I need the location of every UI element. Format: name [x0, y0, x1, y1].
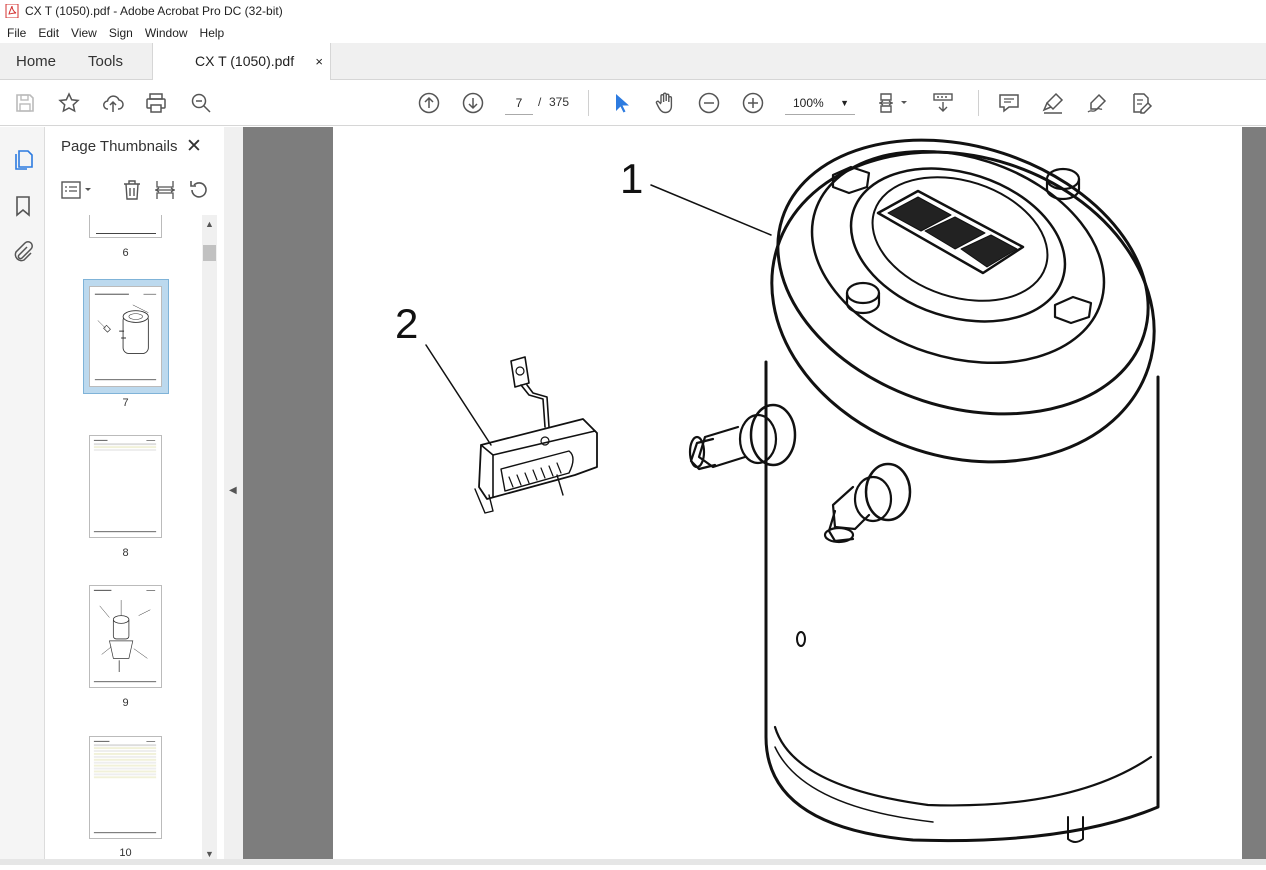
- chevron-down-icon: ▼: [840, 98, 849, 108]
- acrobat-icon: [5, 4, 19, 18]
- navigation-rail: [0, 127, 45, 865]
- thumbnail-number: 6: [122, 247, 129, 259]
- thumbnail-number: 9: [122, 697, 129, 709]
- print-icon[interactable]: [143, 90, 169, 116]
- thumbnail-page-9[interactable]: [89, 585, 162, 688]
- page-thumbnails-icon[interactable]: [10, 147, 36, 173]
- thumbnails-panel: Page Thumbnails ✕ 6 7 8 9 10 ▲ ▼: [45, 127, 224, 865]
- technical-drawing: 2 1: [395, 138, 1160, 843]
- current-page-input[interactable]: 7: [505, 91, 533, 115]
- toolbar-divider: [588, 90, 589, 116]
- sign-icon[interactable]: [1084, 90, 1110, 116]
- prev-page-icon[interactable]: [416, 90, 442, 116]
- panel-title: Page Thumbnails: [61, 138, 178, 155]
- zoom-out-icon[interactable]: [696, 90, 722, 116]
- thumbnail-page-7[interactable]: [89, 286, 162, 387]
- scrollbar-thumb[interactable]: [203, 245, 216, 261]
- highlight-icon[interactable]: [1040, 90, 1066, 116]
- close-tab-icon[interactable]: ×: [315, 43, 323, 80]
- menu-file[interactable]: File: [0, 26, 32, 40]
- thumbnail-number: 8: [122, 547, 129, 559]
- menu-sign[interactable]: Sign: [103, 26, 139, 40]
- next-page-icon[interactable]: [460, 90, 486, 116]
- close-panel-icon[interactable]: ✕: [186, 135, 202, 158]
- comment-icon[interactable]: [996, 90, 1022, 116]
- menu-view[interactable]: View: [65, 26, 103, 40]
- main-toolbar: [0, 80, 1266, 126]
- thumbnail-page-6[interactable]: [89, 215, 162, 238]
- rotate-icon[interactable]: [186, 177, 212, 203]
- insert-page-icon[interactable]: [152, 177, 178, 203]
- status-strip: [0, 859, 1266, 865]
- thumbnail-page-10[interactable]: [89, 736, 162, 839]
- hand-icon[interactable]: [652, 90, 678, 116]
- scroll-down-icon[interactable]: ▼: [205, 849, 214, 859]
- bookmark-star-icon[interactable]: [56, 90, 82, 116]
- toolbar-divider: [978, 90, 979, 116]
- upload-icon[interactable]: [100, 90, 126, 116]
- tab-document-label: CX T (1050).pdf: [195, 53, 295, 69]
- zoom-value: 100%: [793, 96, 824, 110]
- menu-edit[interactable]: Edit: [32, 26, 65, 40]
- pdf-page: 2 1: [333, 127, 1242, 865]
- title-bar: CX T (1050).pdf - Adobe Acrobat Pro DC (…: [0, 0, 1266, 22]
- thumbnail-tools: [45, 175, 224, 207]
- thumbnail-page-8[interactable]: [89, 435, 162, 538]
- attachments-icon[interactable]: [10, 239, 36, 265]
- select-cursor-icon[interactable]: [608, 90, 634, 116]
- thumbnail-list: 6 7 8 9 10: [45, 215, 202, 865]
- delete-page-icon[interactable]: [119, 177, 145, 203]
- thumbnail-number: 7: [122, 397, 129, 409]
- menu-help[interactable]: Help: [194, 26, 231, 40]
- page-fit-icon[interactable]: [876, 90, 912, 116]
- menu-bar: File Edit View Sign Window Help: [0, 22, 1266, 43]
- edit-pdf-icon[interactable]: [1128, 90, 1154, 116]
- tab-document[interactable]: CX T (1050).pdf ×: [152, 43, 331, 81]
- zoom-select[interactable]: 100% ▼: [785, 91, 855, 115]
- zoom-in-icon[interactable]: [740, 90, 766, 116]
- options-menu-icon[interactable]: [59, 177, 95, 203]
- window-title: CX T (1050).pdf - Adobe Acrobat Pro DC (…: [25, 4, 283, 18]
- thumbnail-number: 10: [119, 847, 132, 859]
- bookmarks-icon[interactable]: [10, 193, 36, 219]
- tab-tools[interactable]: Tools: [88, 43, 123, 80]
- menu-window[interactable]: Window: [139, 26, 194, 40]
- callout-2: 2: [395, 300, 418, 347]
- total-pages: 375: [549, 95, 570, 109]
- scroll-up-icon[interactable]: ▲: [205, 219, 214, 229]
- save-icon[interactable]: [12, 90, 38, 116]
- tab-bar: Home Tools CX T (1050).pdf ×: [0, 43, 1266, 81]
- callout-1: 1: [620, 155, 643, 202]
- document-viewer[interactable]: 2 1: [243, 127, 1266, 865]
- find-icon[interactable]: [188, 90, 214, 116]
- thumbnail-scrollbar[interactable]: ▲ ▼: [202, 215, 217, 861]
- page-separator: /: [538, 95, 542, 109]
- panel-collapse-strip[interactable]: ◀: [224, 127, 243, 865]
- scroll-mode-icon[interactable]: [930, 90, 956, 116]
- tab-home[interactable]: Home: [16, 43, 56, 80]
- collapse-panel-icon[interactable]: ◀: [229, 485, 237, 496]
